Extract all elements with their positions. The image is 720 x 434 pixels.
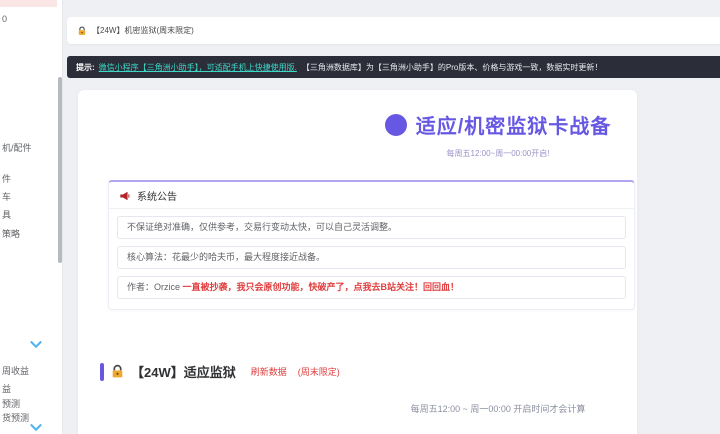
sidebar-item[interactable]: 车 xyxy=(2,190,11,203)
chevron-down-icon[interactable] xyxy=(30,424,42,432)
hero-header: 适应/机密监狱卡战备 每周五12:00~周一00:00开启! xyxy=(318,110,678,159)
section-header: 【24W】适应监狱 刷新数据 (周末限定) xyxy=(100,362,340,381)
chevron-down-icon[interactable] xyxy=(30,341,42,349)
notice-miniprogram-link[interactable]: 微信小程序【三角洲小助手】，可适配手机上快捷使用版. xyxy=(99,62,297,73)
author-prefix: 作者：Orzice xyxy=(127,282,183,292)
sidebar-scrollbar[interactable] xyxy=(58,77,62,263)
author-bilibili-link[interactable]: 一直被抄袭，我只会原创功能，快破产了，点我去B站关注！回回血！ xyxy=(183,282,460,292)
schedule-note: 每周五12:00 ~ 周一00:00 开启时间才会计算 xyxy=(410,404,586,414)
sidebar-item[interactable]: 货预测 xyxy=(2,411,29,424)
sidebar-item[interactable]: 周收益 xyxy=(2,364,29,377)
announcement-card: 系统公告 不保证绝对准确，仅供参考，交易行变动太快，可以自己灵活调整。 核心算法… xyxy=(108,180,635,310)
lock-icon xyxy=(110,364,125,379)
announcement-row: 作者：Orzice 一直被抄袭，我只会原创功能，快破产了，点我去B站关注！回回血… xyxy=(117,276,626,299)
sidebar-item[interactable]: 0 xyxy=(2,14,7,24)
purple-circle-icon xyxy=(384,113,407,136)
notice-prefix: 提示: xyxy=(76,62,95,72)
sidebar-selected-item[interactable] xyxy=(0,0,57,7)
page-title: 适应/机密监狱卡战备 xyxy=(415,116,612,138)
refresh-data-button[interactable]: 刷新数据 xyxy=(251,365,287,378)
megaphone-icon xyxy=(119,190,131,202)
weekend-limited-badge: (周末限定) xyxy=(297,367,340,377)
sidebar: 0 机/配件 件 车 具 策略 周收益 益 预测 货预测 xyxy=(0,0,63,434)
sidebar-item[interactable]: 机/配件 xyxy=(2,141,32,154)
page-tab-label: 【24W】机密监狱(周末限定) xyxy=(92,26,194,35)
announcement-row: 不保证绝对准确，仅供参考，交易行变动太快，可以自己灵活调整。 xyxy=(117,216,626,239)
lock-icon xyxy=(77,26,87,36)
announcement-row: 核心算法：花最少的哈夫币，最大程度接近战备。 xyxy=(117,246,626,269)
sidebar-item[interactable]: 件 xyxy=(2,172,11,185)
notice-bar: 提示: 微信小程序【三角洲小助手】，可适配手机上快捷使用版. 【三角洲数据库】为… xyxy=(67,56,720,78)
main-card: 适应/机密监狱卡战备 每周五12:00~周一00:00开启! 系统公告 不保证绝… xyxy=(78,90,637,434)
announcement-title: 系统公告 xyxy=(137,192,177,203)
notice-text: 【三角洲数据库】为【三角洲小助手】的Pro版本、价格与游戏一致，数据实时更新！ xyxy=(301,62,603,72)
page-tab[interactable]: 【24W】机密监狱(周末限定) xyxy=(67,17,720,44)
sidebar-item[interactable]: 预测 xyxy=(2,397,20,410)
sidebar-item[interactable]: 益 xyxy=(2,382,11,395)
page-subtitle: 每周五12:00~周一00:00开启! xyxy=(446,148,550,158)
section-title: 【24W】适应监狱 xyxy=(131,365,236,380)
sidebar-item[interactable]: 具 xyxy=(2,208,11,221)
section-accent-bar xyxy=(100,362,104,381)
sidebar-item[interactable]: 策略 xyxy=(2,227,20,240)
